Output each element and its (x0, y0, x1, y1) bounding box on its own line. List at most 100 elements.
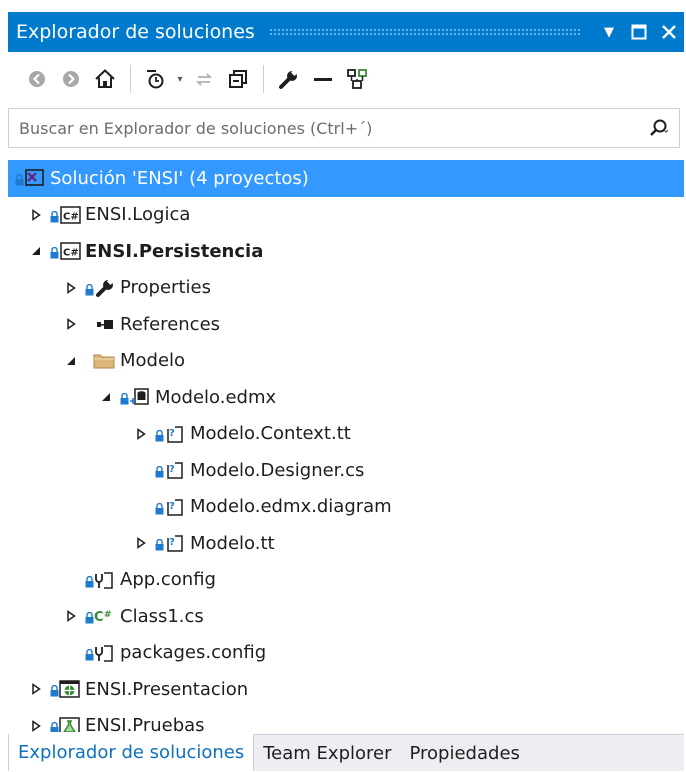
tree-item-label: Modelo.edmx (155, 386, 277, 408)
csharp-project-icon: C# (50, 241, 81, 261)
edmx-icon (120, 387, 151, 407)
solution-tree: Solución 'ENSI' (4 proyectos) C# ENSI.Logi… (8, 160, 684, 732)
tree-item-label: packages.config (120, 642, 267, 664)
search-box (8, 108, 680, 148)
toolbar-separator (263, 65, 264, 93)
tab-propiedades[interactable]: Propiedades (401, 735, 529, 771)
wrench-icon (85, 277, 116, 298)
tree-item-label: Modelo.tt (190, 532, 275, 554)
properties-wrench-icon[interactable] (272, 62, 306, 96)
minus-icon[interactable] (306, 62, 340, 96)
forward-icon[interactable] (54, 62, 88, 96)
pending-changes-dropdown-icon[interactable]: ▾ (173, 62, 187, 96)
home-icon[interactable] (88, 62, 122, 96)
references-icon (86, 314, 116, 334)
test-project-icon (50, 716, 81, 732)
svg-text:#: # (104, 610, 112, 620)
lock-icon (155, 502, 164, 515)
toolbar-separator (130, 65, 131, 93)
expander-collapsed-icon[interactable] (27, 717, 45, 732)
text-template-icon: ? (155, 533, 186, 553)
tree-item[interactable]: Solución 'ENSI' (4 proyectos) (8, 160, 684, 197)
tree-item[interactable]: ? Modelo.Context.tt (8, 416, 684, 453)
text-template-icon: ? (155, 460, 186, 480)
expander-collapsed-icon[interactable] (62, 607, 80, 625)
tab-explorador-de-soluciones[interactable]: Explorador de soluciones (8, 734, 255, 771)
folder-icon (86, 351, 116, 371)
lock-icon (120, 393, 129, 405)
tree-item[interactable]: References (8, 306, 684, 343)
lock-icon (50, 721, 59, 732)
solution-icon (15, 168, 46, 188)
window-title-bar[interactable]: Explorador de soluciones ▼ (8, 12, 684, 52)
drag-grip[interactable] (268, 28, 582, 36)
tree-item[interactable]: Properties (8, 270, 684, 307)
maximize-icon[interactable] (624, 17, 654, 47)
lock-icon (50, 247, 59, 259)
expander-expanded-icon[interactable] (62, 352, 80, 370)
svg-text:?: ? (169, 464, 175, 475)
collapse-all-icon[interactable] (221, 62, 255, 96)
web-project-icon (50, 679, 81, 699)
tree-item[interactable]: ENSI.Pruebas (8, 708, 684, 732)
lock-icon (155, 429, 164, 442)
lock-icon (155, 539, 164, 551)
tree-item[interactable]: ? Modelo.tt (8, 525, 684, 562)
tree-item[interactable]: C# ENSI.Persistencia (8, 233, 684, 270)
svg-text:C: C (94, 610, 104, 625)
svg-text:C#: C# (63, 248, 79, 259)
expander-collapsed-icon[interactable] (27, 680, 45, 698)
tree-item-label: Properties (120, 277, 211, 299)
csharp-file-icon: C # (85, 606, 116, 626)
tree-item[interactable]: Modelo (8, 343, 684, 380)
expander-collapsed-icon[interactable] (132, 425, 150, 443)
tree-item-label: Modelo.edmx.diagram (190, 496, 392, 518)
svg-text:?: ? (169, 428, 175, 439)
back-icon[interactable] (20, 62, 54, 96)
search-input[interactable] (9, 109, 639, 147)
expander-collapsed-icon[interactable] (27, 206, 45, 224)
csharp-project-icon: C# (50, 205, 81, 225)
lock-icon (85, 648, 94, 661)
lock-icon (50, 685, 59, 697)
tree-item[interactable]: ? Modelo.Designer.cs (8, 452, 684, 489)
search-icon[interactable] (639, 117, 679, 139)
tab-team-explorer[interactable]: Team Explorer (254, 735, 400, 771)
tree-item-label: Modelo.Context.tt (190, 423, 351, 445)
svg-text:?: ? (169, 501, 175, 512)
view-class-diagram-icon[interactable] (340, 62, 374, 96)
window-position-dropdown-icon[interactable]: ▼ (594, 17, 624, 47)
tree-item[interactable]: C # Class1.cs (8, 598, 684, 635)
tree-item-label: References (120, 313, 221, 335)
tree-item[interactable]: C# ENSI.Logica (8, 197, 684, 234)
svg-text:C#: C# (63, 211, 79, 222)
expander-collapsed-icon[interactable] (62, 315, 80, 333)
lock-icon (50, 210, 59, 223)
tree-item-label: Modelo (120, 350, 186, 372)
lock-icon (85, 612, 94, 624)
config-icon (85, 643, 116, 663)
close-icon[interactable] (654, 17, 684, 47)
lock-icon (155, 466, 164, 478)
tool-window-tabs: Explorador de soluciones Team Explorer Pro… (8, 734, 684, 771)
expander-expanded-icon[interactable] (27, 242, 45, 260)
tree-item[interactable]: ENSI.Presentacion (8, 671, 684, 708)
window-title: Explorador de soluciones (16, 21, 255, 43)
tree-item-label: ENSI.Logica (85, 204, 191, 226)
tree-item[interactable]: packages.config (8, 635, 684, 672)
text-template-icon: ? (155, 497, 186, 517)
lock-icon (85, 283, 94, 296)
expander-collapsed-icon[interactable] (62, 279, 80, 297)
tree-item-label: App.config (120, 569, 216, 591)
tree-item-label: ENSI.Persistencia (85, 240, 264, 262)
tree-item-label: ENSI.Pruebas (85, 715, 205, 732)
tree-item-label: Class1.cs (120, 605, 204, 627)
tree-item-label: ENSI.Presentacion (85, 678, 249, 700)
pending-changes-icon[interactable] (139, 62, 173, 96)
expander-expanded-icon[interactable] (97, 388, 115, 406)
expander-collapsed-icon[interactable] (132, 534, 150, 552)
sync-icon[interactable] (187, 62, 221, 96)
tree-item[interactable]: ? Modelo.edmx.diagram (8, 489, 684, 526)
tree-item[interactable]: Modelo.edmx (8, 379, 684, 416)
tree-item[interactable]: App.config (8, 562, 684, 599)
